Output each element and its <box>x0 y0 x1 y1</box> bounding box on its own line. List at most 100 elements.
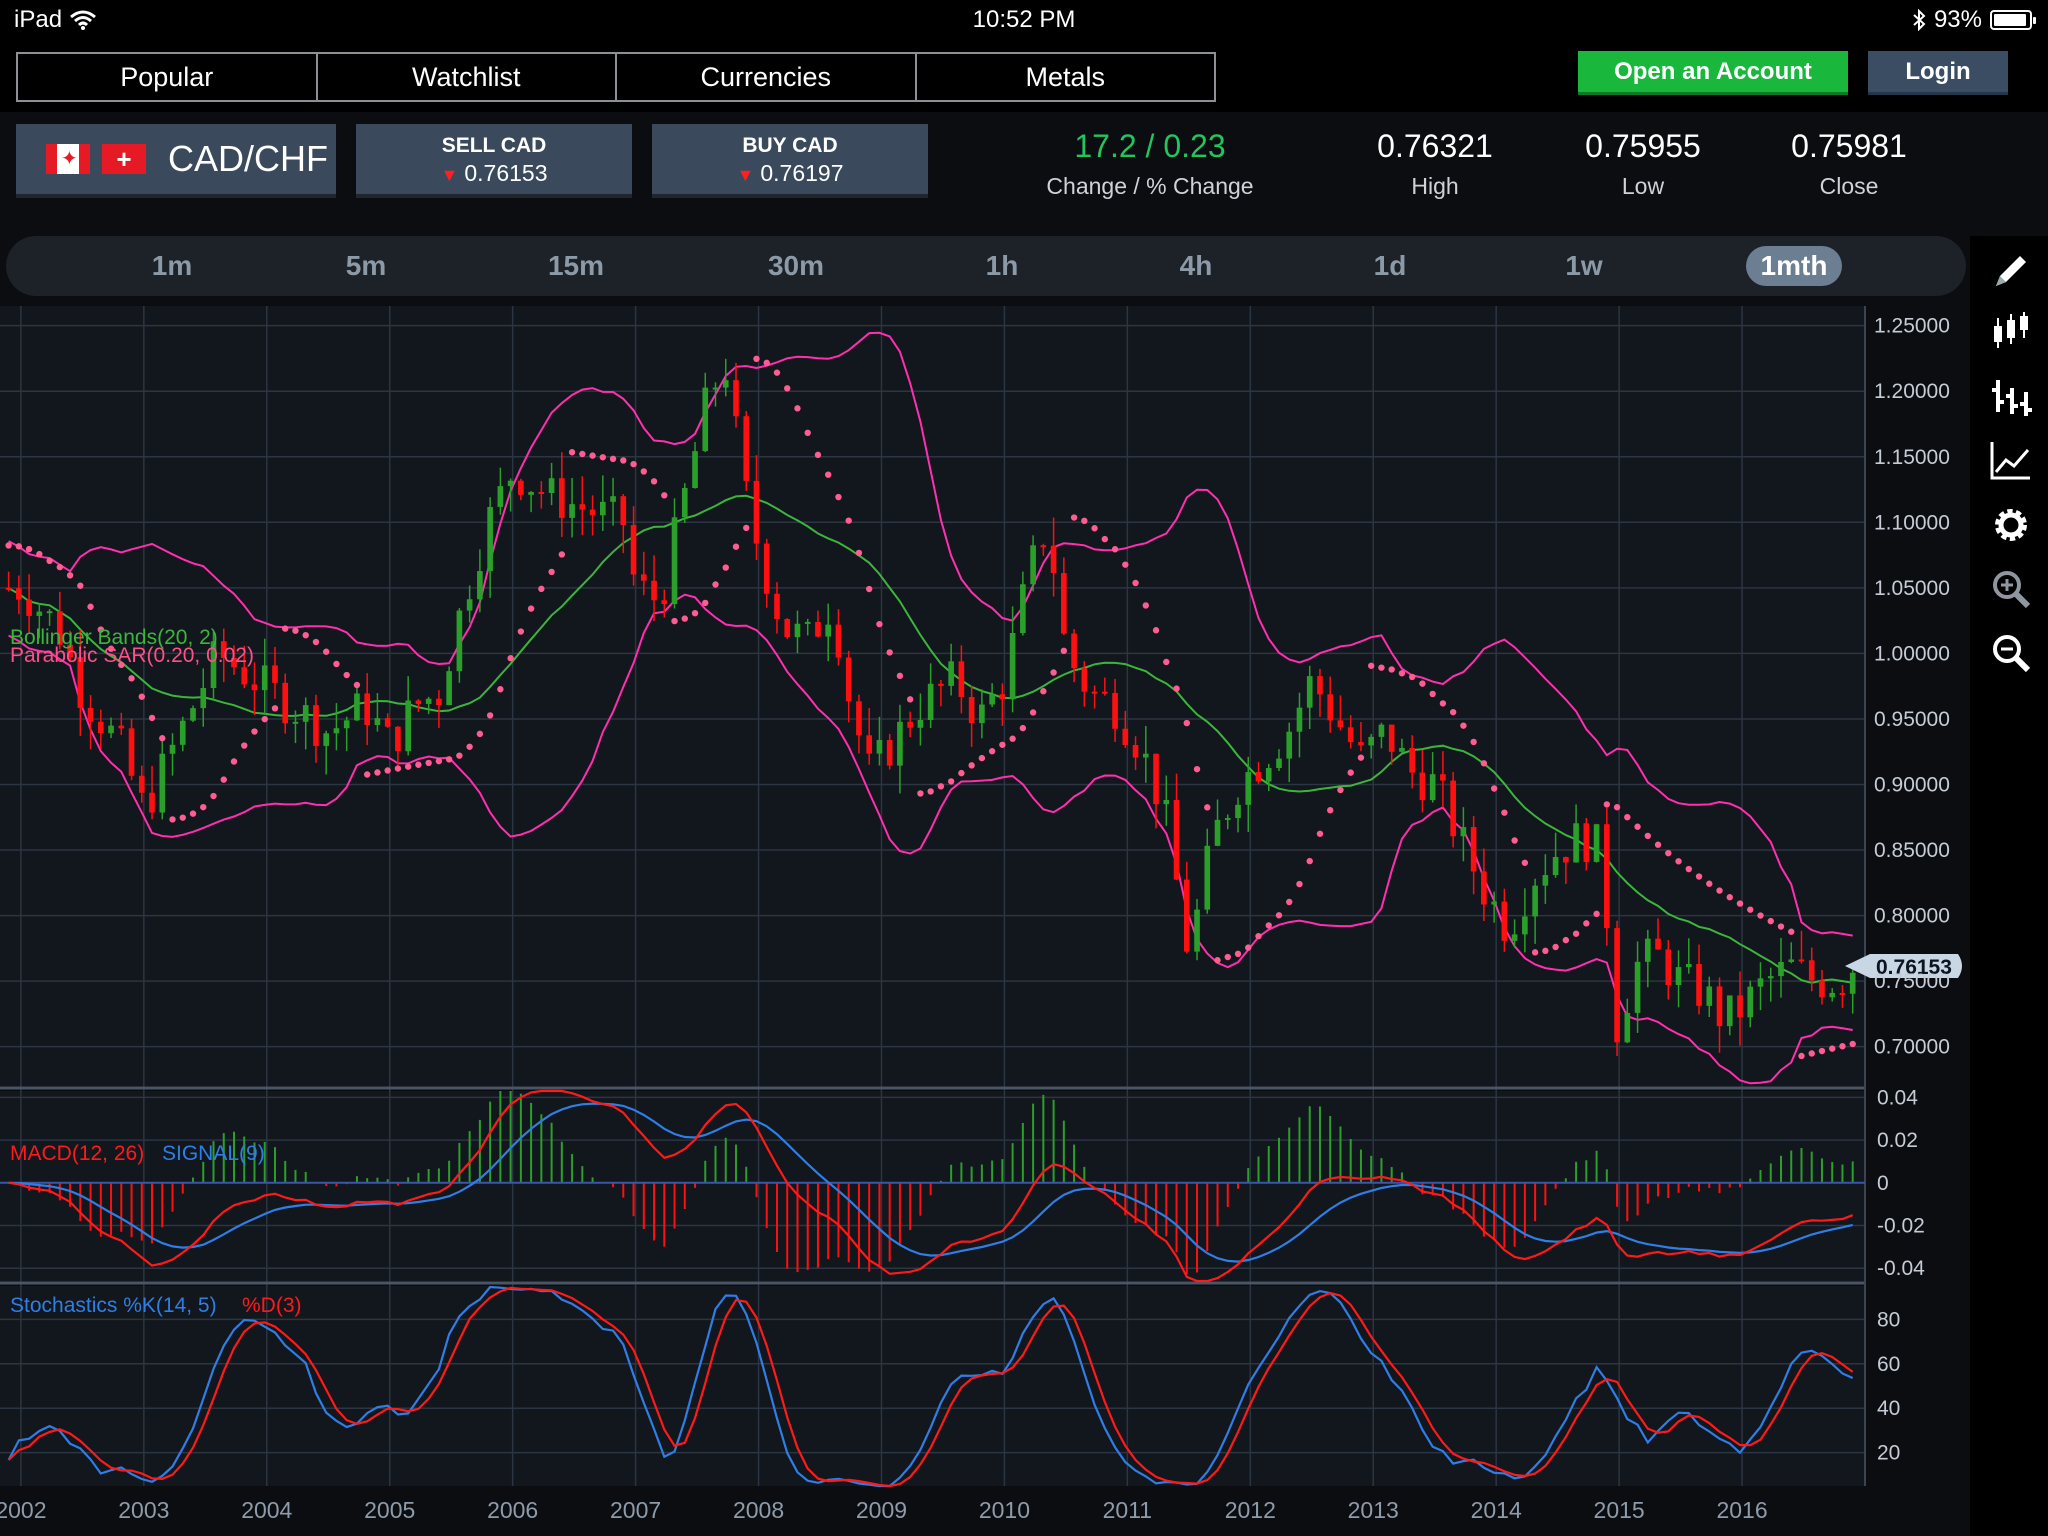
candle-body <box>292 721 299 724</box>
candle-body <box>702 387 709 452</box>
timeframe-1mth[interactable]: 1mth <box>1746 246 1842 286</box>
sar-dot <box>1398 670 1406 677</box>
x-axis-label: 2011 <box>1103 1497 1152 1523</box>
timeframe-15m[interactable]: 15m <box>526 246 626 286</box>
timeframe-30m[interactable]: 30m <box>746 246 846 286</box>
candle-body <box>1829 992 1836 998</box>
sar-dot <box>1808 1050 1815 1057</box>
sar-dot <box>87 603 94 610</box>
sar-dot <box>1572 930 1580 937</box>
sar-dot <box>722 564 729 571</box>
sar-dot <box>896 672 904 680</box>
candle-body <box>1481 871 1487 905</box>
x-axis-label: 2003 <box>118 1497 169 1523</box>
sar-dot <box>886 649 893 656</box>
tab-watchlist[interactable]: Watchlist <box>317 54 617 100</box>
stoch-axis-label: 20 <box>1877 1442 1900 1465</box>
open-account-button[interactable]: Open an Account <box>1578 51 1848 95</box>
pair-selector[interactable]: ✦ + CAD/CHF <box>16 124 336 194</box>
candle-body <box>610 496 616 502</box>
timeframe-1h[interactable]: 1h <box>952 246 1052 286</box>
candle-body <box>1347 727 1354 743</box>
candle-body <box>1255 772 1262 782</box>
candle-body <box>1819 980 1825 998</box>
candle-body <box>1522 916 1528 935</box>
candle-body <box>395 726 401 752</box>
candle-body <box>1563 856 1569 863</box>
sar-dot <box>1429 690 1436 698</box>
stoch-k-legend: Stochastics %K(14, 5) <box>10 1294 217 1317</box>
sar-dot <box>661 492 668 499</box>
sar-dot <box>15 543 23 550</box>
sar-dot <box>312 638 320 646</box>
timeframe-5m[interactable]: 5m <box>316 246 416 286</box>
candle-body <box>1726 995 1733 1027</box>
candle-body <box>1388 724 1395 752</box>
macd-axis-label: 0.04 <box>1877 1086 1918 1109</box>
sar-dot <box>1593 910 1600 918</box>
stoch-axis-label: 40 <box>1877 1397 1900 1420</box>
sar-dot <box>77 582 84 589</box>
high-label: High <box>1411 173 1459 199</box>
x-axis-label: 2004 <box>241 1497 292 1523</box>
sar-dot <box>968 762 975 769</box>
sar-dot <box>1132 579 1139 587</box>
candle-body <box>1573 823 1579 863</box>
pencil-icon[interactable] <box>1990 250 2032 292</box>
canada-flag-icon: ✦ <box>46 144 90 174</box>
candle-body <box>1552 856 1559 876</box>
x-axis-label: 2010 <box>979 1497 1030 1523</box>
sar-dot <box>1193 765 1201 773</box>
candle-body <box>1849 972 1856 994</box>
chart-area[interactable]: 0.76153 2002 2003 2004 2005 2006 2007 2008 2009… <box>0 306 2048 1536</box>
sar-dot <box>558 551 566 558</box>
candle-body <box>384 718 391 727</box>
price-axis-label: 1.15000 <box>1874 446 1950 469</box>
sar-dot <box>753 355 760 363</box>
candle-body <box>661 600 668 605</box>
sar-dot <box>230 758 238 765</box>
sar-dot <box>1163 658 1170 666</box>
sar-dot <box>1818 1047 1826 1055</box>
price-axis-label: 0.85000 <box>1874 839 1950 862</box>
sar-dot <box>906 696 914 703</box>
price-chart[interactable]: 0.76153 2002 2003 2004 2005 2006 2007 2008 2009… <box>0 306 1968 1536</box>
timeframe-1m[interactable]: 1m <box>122 246 222 286</box>
timeframe-4h[interactable]: 4h <box>1146 246 1246 286</box>
sell-label: SELL CAD <box>441 134 547 157</box>
candle-body <box>907 721 913 728</box>
login-button[interactable]: Login <box>1868 51 2008 95</box>
tab-metals[interactable]: Metals <box>916 54 1214 100</box>
tab-popular[interactable]: Popular <box>18 54 318 100</box>
sar-legend: Parabolic SAR(0.20, 0.02) <box>10 644 254 667</box>
price-axis-label: 1.00000 <box>1874 642 1950 665</box>
sell-button[interactable]: SELL CAD ▼ 0.76153 <box>356 124 632 194</box>
switzerland-flag-icon: + <box>102 144 146 174</box>
candle-body <box>630 525 637 575</box>
stoch-d-legend: %D(3) <box>242 1294 302 1317</box>
sar-dot <box>1501 809 1508 816</box>
candle-body <box>917 720 924 728</box>
candle-body <box>1419 772 1426 801</box>
candle-body <box>753 480 760 544</box>
candle-body <box>897 721 903 766</box>
timeframe-1w[interactable]: 1w <box>1534 246 1634 286</box>
candle-body <box>938 683 944 686</box>
sar-dot <box>620 457 627 464</box>
candle-body <box>138 775 145 793</box>
candle-body <box>1071 633 1077 669</box>
sar-dot <box>486 712 494 719</box>
candle-body <box>446 671 452 706</box>
timeframe-1d[interactable]: 1d <box>1340 246 1440 286</box>
buy-button[interactable]: BUY CAD ▼ 0.76197 <box>652 124 928 194</box>
candle-body <box>1306 676 1313 708</box>
candle-body <box>692 451 698 488</box>
macd-panel-bg <box>0 1091 1865 1281</box>
sar-dot <box>56 563 64 571</box>
candle-body <box>1685 964 1692 968</box>
candle-body <box>1368 736 1375 746</box>
tab-currencies[interactable]: Currencies <box>617 54 917 100</box>
candle-body <box>415 700 422 704</box>
sar-dot <box>425 759 432 767</box>
candle-body <box>1665 949 1672 985</box>
